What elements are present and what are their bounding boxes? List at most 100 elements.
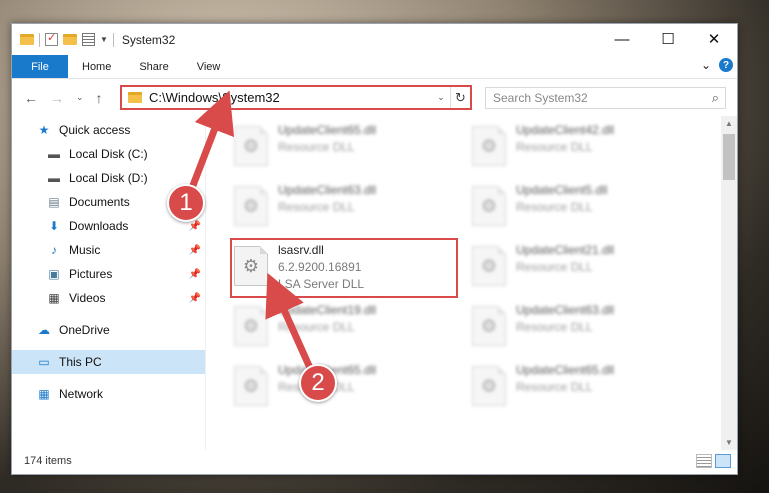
file-tile[interactable]: ⚙ UpdateClient5.dll Resource DLL (472, 182, 700, 238)
star-icon: ★ (38, 123, 50, 137)
file-tile[interactable]: ⚙ UpdateClient65.dll Resource DLL (234, 122, 462, 178)
layout-icon[interactable] (82, 33, 95, 46)
network-icon: ▦ (38, 387, 50, 401)
sidebar-item-label: Documents (69, 195, 130, 209)
navigation-buttons: ← → ⌄ ↑ (12, 90, 117, 106)
file-type: Resource DLL (278, 200, 355, 214)
file-name: UpdateClient63.dll (278, 183, 377, 197)
scrollbar-thumb[interactable] (723, 134, 735, 180)
pin-icon[interactable]: 📌 (189, 269, 201, 280)
help-icon[interactable]: ? (719, 58, 733, 72)
dll-file-icon: ⚙ (472, 366, 506, 406)
address-dropdown-icon[interactable]: ⌄ (432, 92, 450, 103)
properties-check-icon[interactable] (45, 31, 58, 46)
file-tile[interactable]: ⚙ UpdateClient19.dll Resource DLL (234, 302, 462, 358)
vertical-scrollbar[interactable]: ▲ ▼ (721, 116, 737, 450)
file-tile[interactable]: ⚙ UpdateClient21.dll Resource DLL (472, 242, 700, 298)
download-icon: ⬇ (48, 219, 60, 233)
dll-file-icon: ⚙ (234, 306, 268, 346)
callout-badge-1: 1 (167, 184, 205, 222)
minimize-button[interactable]: — (599, 24, 645, 54)
dll-file-icon: ⚙ (234, 126, 268, 166)
file-tile[interactable]: ⚙ UpdateClient65.dll Resource DLL (472, 362, 700, 418)
file-list: ⚙ UpdateClient65.dll Resource DLL ⚙ Upda… (206, 116, 737, 450)
file-type: Resource DLL (278, 320, 355, 334)
file-name: UpdateClient21.dll (516, 243, 615, 257)
folder-icon (128, 92, 142, 103)
folder-icon (20, 34, 34, 45)
new-folder-icon[interactable] (63, 34, 77, 45)
address-row: ← → ⌄ ↑ C:\Windows\System32 ⌄ ↻ Search S… (12, 79, 737, 116)
sidebar-item-music[interactable]: ♪ Music 📌 (12, 238, 205, 262)
search-icon[interactable]: ⌕ (712, 90, 719, 106)
close-button[interactable]: ✕ (691, 24, 737, 54)
pin-icon[interactable]: 📌 (189, 293, 201, 304)
sidebar-item-network[interactable]: ▦ Network (12, 382, 205, 406)
file-type: Resource DLL (516, 200, 593, 214)
customize-toolbar-icon[interactable]: ▼ (100, 35, 108, 44)
file-tile[interactable]: ⚙ UpdateClient42.dll Resource DLL (472, 122, 700, 178)
sidebar-item-local-disk-c[interactable]: ▬ Local Disk (C:) (12, 142, 205, 166)
sidebar-item-label: Music (69, 243, 101, 257)
search-placeholder: Search System32 (493, 91, 588, 105)
dll-file-icon: ⚙ (234, 366, 268, 406)
dll-file-icon: ⚙ (472, 306, 506, 346)
sidebar-item-videos[interactable]: ▦ Videos 📌 (12, 286, 205, 310)
search-input[interactable]: Search System32 ⌕ (485, 87, 726, 109)
expand-ribbon-icon[interactable]: ⌄ (701, 58, 711, 72)
file-name: UpdateClient42.dll (516, 123, 615, 137)
recent-locations-button[interactable]: ⌄ (76, 92, 84, 103)
sidebar-item-label: Videos (69, 291, 106, 305)
file-name: UpdateClient65.dll (278, 123, 377, 137)
file-name: UpdateClient19.dll (278, 303, 377, 317)
scroll-down-icon[interactable]: ▼ (721, 438, 737, 447)
details-view-icon[interactable] (696, 454, 712, 468)
up-button[interactable]: ↑ (96, 90, 103, 106)
file-name: UpdateClient63.dll (516, 303, 615, 317)
tab-file[interactable]: File (12, 55, 68, 78)
videos-icon: ▦ (48, 291, 60, 305)
file-type: Resource DLL (278, 140, 355, 154)
scroll-up-icon[interactable]: ▲ (721, 119, 737, 128)
sidebar-item-label: Quick access (59, 123, 131, 137)
file-tile[interactable]: ⚙ UpdateClient63.dll Resource DLL (234, 182, 462, 238)
back-button[interactable]: ← (24, 90, 38, 106)
view-toggle (696, 454, 731, 468)
window-title: System32 (121, 32, 176, 47)
ribbon-tabs: File Home Share View ⌄ ? (12, 55, 737, 79)
tab-share[interactable]: Share (125, 55, 182, 78)
refresh-button[interactable]: ↻ (450, 87, 470, 108)
sidebar-item-quick-access[interactable]: ★ Quick access (12, 118, 205, 142)
sidebar-item-this-pc[interactable]: ▭ This PC (12, 350, 205, 374)
lsasrv-highlight-box (230, 238, 458, 298)
quick-access-toolbar: ▼ (12, 31, 114, 47)
computer-icon: ▭ (38, 355, 50, 369)
sidebar-item-onedrive[interactable]: ☁ OneDrive (12, 318, 205, 342)
file-type: Resource DLL (516, 260, 593, 274)
sidebar-item-label: OneDrive (59, 323, 110, 337)
drive-icon: ▬ (48, 171, 60, 185)
forward-button[interactable]: → (50, 90, 64, 106)
sidebar-item-label: Network (59, 387, 104, 401)
file-tile[interactable]: ⚙ UpdateClient65.dll Resource DLL (234, 362, 462, 418)
pin-icon[interactable]: 📌 (189, 245, 201, 256)
navigation-pane: ★ Quick access ▬ Local Disk (C:) ▬ Local… (12, 116, 206, 450)
sidebar-item-label: Pictures (69, 267, 113, 281)
address-bar[interactable]: C:\Windows\System32 ⌄ ↻ (120, 85, 472, 110)
sidebar-item-pictures[interactable]: ▣ Pictures 📌 (12, 262, 205, 286)
address-path[interactable]: C:\Windows\System32 (149, 90, 432, 105)
dll-file-icon: ⚙ (472, 126, 506, 166)
tab-home[interactable]: Home (68, 55, 125, 78)
window-controls: — ☐ ✕ (599, 24, 737, 54)
pin-icon[interactable]: 📌 (189, 221, 201, 232)
maximize-button[interactable]: ☐ (645, 24, 691, 54)
dll-file-icon: ⚙ (472, 186, 506, 226)
tiles-view-icon[interactable] (715, 454, 731, 468)
tab-view[interactable]: View (183, 55, 235, 78)
file-tile[interactable]: ⚙ UpdateClient63.dll Resource DLL (472, 302, 700, 358)
file-type: Resource DLL (516, 380, 593, 394)
file-name: UpdateClient65.dll (516, 363, 615, 377)
item-count: 174 items (24, 455, 72, 467)
dll-file-icon: ⚙ (472, 246, 506, 286)
cloud-icon: ☁ (38, 323, 50, 337)
